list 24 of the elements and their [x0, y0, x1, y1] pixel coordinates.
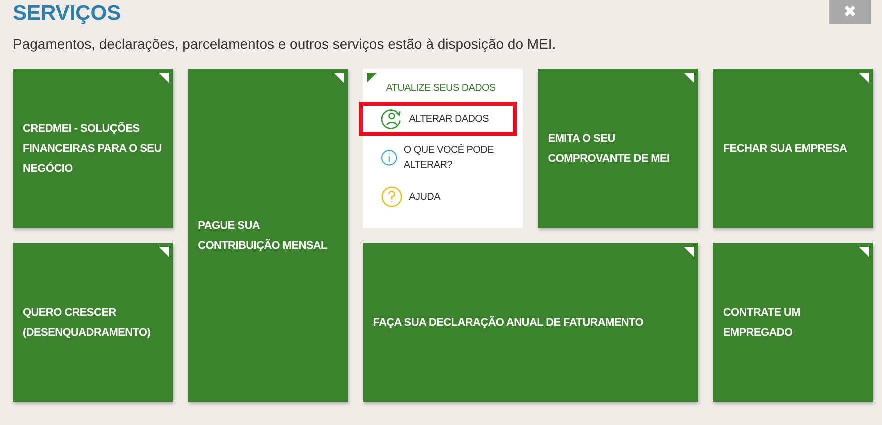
service-tile[interactable]: CREDMEI - SOLUÇÕES FINANCEIRAS PARA O SEU NEGÓCIO [13, 69, 173, 228]
panel-link[interactable]: AJUDA [359, 180, 517, 214]
user-refresh-icon [381, 108, 404, 130]
panel-link[interactable]: ALTERAR DADOS [359, 102, 517, 136]
service-tile[interactable]: FECHAR SUA EMPRESA [713, 69, 873, 228]
info-icon [381, 147, 398, 169]
corner-icon [158, 73, 169, 83]
corner-icon [684, 247, 694, 257]
page-subtitle: Pagamentos, declarações, parcelamentos e outros serviços estão à disposição do MEI. [13, 36, 558, 52]
service-tile[interactable]: PAGUE SUA CONTRIBUIÇÃO MENSAL [188, 69, 348, 402]
corner-icon [367, 73, 378, 83]
page-title: SERVIÇOS [13, 2, 122, 26]
corner-icon [858, 247, 869, 257]
panel-title: ATUALIZE SEUS DADOS [386, 83, 497, 94]
panel-link[interactable]: O QUE VOCÊ PODE ALTERAR? [359, 138, 517, 178]
service-tile[interactable]: QUERO CRESCER (DESENQUADRAMENTO) [13, 243, 173, 402]
service-tile[interactable]: EMITA O SEU COMPROVANTE DE MEI [538, 69, 698, 228]
corner-icon [858, 73, 869, 83]
service-tile[interactable]: CONTRATE UM EMPREGADO [713, 243, 873, 402]
service-tile[interactable]: FAÇA SUA DECLARAÇÃO ANUAL DE FATURAMENTO [363, 243, 698, 402]
corner-icon [158, 247, 169, 257]
help-icon [381, 186, 404, 208]
corner-icon [684, 73, 694, 83]
corner-icon [334, 73, 344, 83]
